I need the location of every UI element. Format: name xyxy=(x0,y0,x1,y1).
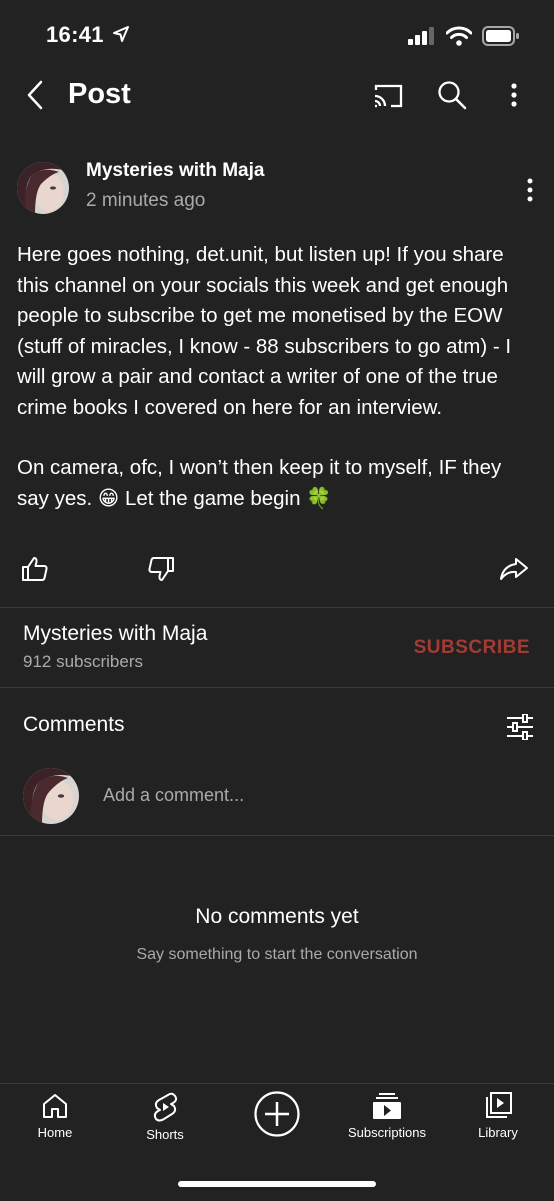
search-button[interactable] xyxy=(434,78,470,112)
more-options-button[interactable] xyxy=(500,80,528,110)
cast-button[interactable] xyxy=(370,80,406,112)
status-time-text: 16:41 xyxy=(46,22,104,47)
battery-icon xyxy=(482,26,519,46)
share-button[interactable] xyxy=(497,553,531,585)
nav-library[interactable]: Library xyxy=(443,1092,553,1140)
thumbs-down-icon xyxy=(148,557,174,581)
nav-create[interactable] xyxy=(222,1090,332,1143)
empty-comments-title: No comments yet xyxy=(195,905,359,928)
divider xyxy=(0,835,554,836)
sort-comments-button[interactable] xyxy=(504,712,536,742)
post-options-button[interactable] xyxy=(520,175,540,205)
share-icon xyxy=(500,558,528,580)
subscribe-button[interactable]: SUBSCRIBE xyxy=(414,637,530,659)
thumbs-up-icon xyxy=(22,557,48,581)
back-button[interactable] xyxy=(20,78,50,112)
add-comment-input[interactable]: Add a comment... xyxy=(103,785,244,806)
more-vertical-icon xyxy=(527,178,533,202)
home-icon xyxy=(43,1094,67,1118)
search-icon xyxy=(438,81,467,110)
divider xyxy=(0,687,554,688)
user-avatar xyxy=(23,768,79,824)
subscriber-count: 912 subscribers xyxy=(23,652,144,671)
filter-sliders-icon xyxy=(507,714,533,740)
dislike-button[interactable] xyxy=(144,553,178,585)
library-icon xyxy=(486,1092,512,1118)
nav-label: Subscriptions xyxy=(347,1125,427,1140)
channel-name[interactable]: Mysteries with Maja xyxy=(23,622,207,646)
post-timestamp: 2 minutes ago xyxy=(86,190,206,211)
nav-subscriptions[interactable]: Subscriptions xyxy=(332,1092,442,1140)
nav-label: Library xyxy=(478,1125,518,1140)
back-chevron-icon xyxy=(27,80,43,110)
create-icon xyxy=(254,1091,300,1137)
nav-home[interactable]: Home xyxy=(0,1092,110,1140)
avatar-image xyxy=(23,768,79,824)
post-channel-name[interactable]: Mysteries with Maja xyxy=(86,160,264,182)
wifi-icon xyxy=(446,26,472,46)
divider xyxy=(0,607,554,608)
status-time: 16:41 xyxy=(46,22,130,48)
nav-shorts[interactable]: Shorts xyxy=(110,1092,220,1142)
page-title: Post xyxy=(68,78,131,110)
post-paragraph: Here goes nothing, det.unit, but listen … xyxy=(17,243,512,419)
more-vertical-icon xyxy=(511,83,517,107)
comments-title: Comments xyxy=(23,713,125,736)
location-arrow-icon xyxy=(113,26,130,42)
avatar-image xyxy=(17,162,69,214)
like-button[interactable] xyxy=(18,553,52,585)
post-paragraph: On camera, ofc, I won’t then keep it to … xyxy=(17,456,502,510)
post-body: Here goes nothing, det.unit, but listen … xyxy=(17,240,537,514)
nav-label: Shorts xyxy=(146,1127,184,1142)
home-indicator xyxy=(178,1181,376,1187)
subscriptions-icon xyxy=(373,1093,401,1119)
empty-comments-subtitle: Say something to start the conversation xyxy=(136,946,418,963)
signal-icon xyxy=(408,27,434,45)
nav-label: Home xyxy=(37,1125,73,1140)
channel-avatar[interactable] xyxy=(17,162,69,214)
status-icons xyxy=(408,26,520,46)
cast-icon xyxy=(374,84,403,108)
shorts-icon xyxy=(153,1092,178,1122)
